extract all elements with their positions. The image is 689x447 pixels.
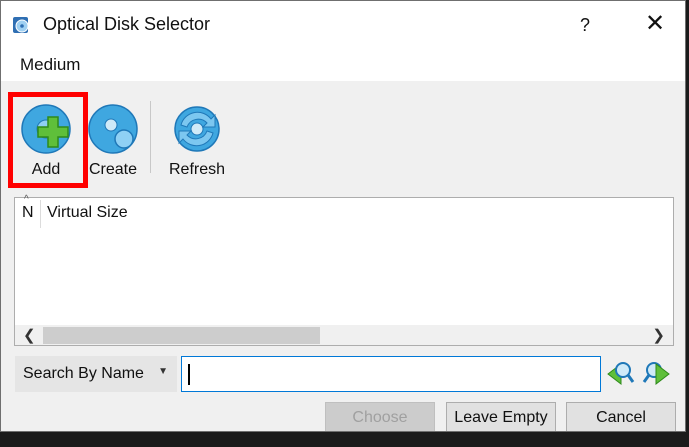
scroll-right-icon[interactable]: ❯ [652, 326, 665, 344]
menu-bar: Medium [1, 49, 685, 81]
refresh-label: Refresh [168, 161, 226, 178]
scroll-left-icon[interactable]: ❮ [23, 326, 36, 344]
toolbar-separator [150, 101, 151, 173]
title-bar: Optical Disk Selector ? ✕ [1, 1, 685, 49]
close-icon: ✕ [644, 10, 666, 37]
scrollbar-thumb[interactable] [43, 327, 320, 344]
search-input[interactable] [181, 356, 601, 392]
refresh-button[interactable]: Refresh [165, 103, 229, 207]
horizontal-scrollbar[interactable]: ❮ ❯ [15, 325, 673, 345]
close-button[interactable]: ✕ [637, 9, 673, 41]
create-label: Create [88, 161, 138, 178]
menu-medium[interactable]: Medium [20, 55, 80, 75]
window-title: Optical Disk Selector [43, 14, 211, 34]
find-previous-icon[interactable] [605, 358, 635, 388]
search-mode-select[interactable]: Search By Name ▼ [15, 356, 177, 392]
leave-empty-button[interactable]: Leave Empty [446, 402, 556, 431]
create-button[interactable]: Create [85, 103, 141, 207]
highlight-box [8, 92, 88, 188]
choose-button[interactable]: Choose [325, 402, 435, 431]
column-header-virtual-size[interactable]: Virtual Size [47, 204, 128, 222]
dropdown-arrow-icon: ▼ [158, 366, 168, 377]
refresh-icon [174, 106, 220, 152]
app-icon [13, 17, 29, 33]
disk-list[interactable]: ^ N Virtual Size ❮ ❯ [14, 194, 674, 346]
cancel-button[interactable]: Cancel [566, 402, 676, 431]
create-disk-icon [88, 104, 138, 154]
help-button[interactable]: ? [567, 9, 603, 41]
column-header-name[interactable]: N [22, 204, 34, 222]
search-mode-value: Search By Name [23, 365, 144, 382]
column-divider [40, 200, 41, 228]
text-cursor [188, 364, 190, 385]
optical-disk-selector-dialog: Optical Disk Selector ? ✕ Medium Add Cre… [0, 0, 686, 432]
find-next-icon[interactable] [642, 358, 672, 388]
